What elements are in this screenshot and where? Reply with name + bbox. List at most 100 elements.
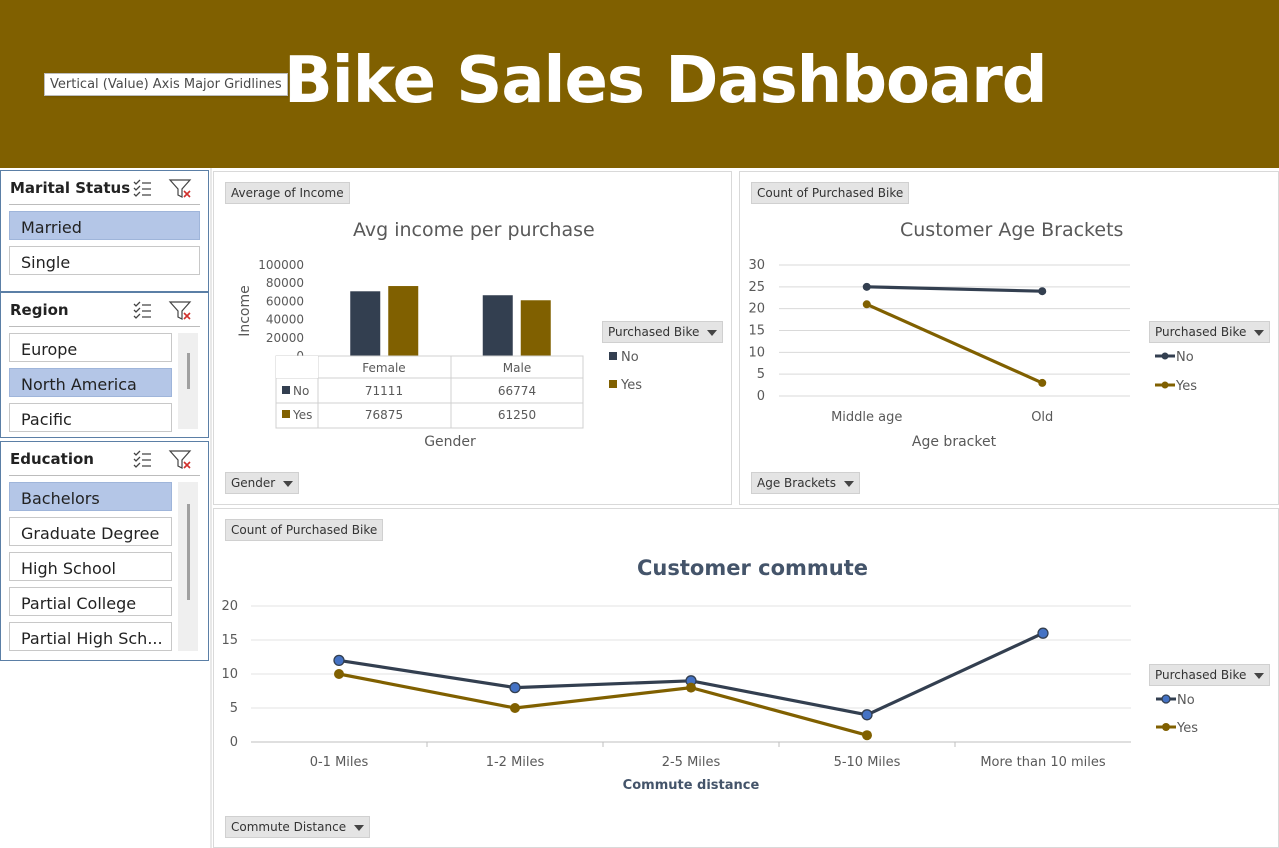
point-yes bbox=[1038, 378, 1047, 387]
multi-select-icon[interactable] bbox=[133, 179, 151, 197]
y-tick-label: 0 bbox=[230, 735, 238, 750]
point-yes bbox=[334, 669, 344, 679]
slicer-separator bbox=[9, 326, 200, 327]
clear-filter-icon[interactable] bbox=[168, 179, 192, 198]
bars bbox=[350, 286, 551, 356]
slicer-separator bbox=[9, 204, 200, 205]
y-tick-label: 15 bbox=[221, 633, 238, 648]
legend-key-no bbox=[609, 352, 617, 360]
clear-filter-icon[interactable] bbox=[168, 301, 192, 320]
table-row-yes: Yes bbox=[292, 408, 312, 422]
x-tick-label: Middle age bbox=[831, 410, 902, 425]
y-tick-label: 80000 bbox=[266, 276, 304, 290]
series-line-no bbox=[866, 285, 1043, 293]
legend-label-no: No bbox=[1177, 693, 1195, 708]
y-tick-label: 60000 bbox=[266, 294, 304, 308]
slicer-item-pacific[interactable]: Pacific bbox=[9, 403, 172, 432]
gridlines bbox=[779, 264, 1130, 397]
y-tick-label: 5 bbox=[757, 367, 765, 382]
slicer-icon-group bbox=[133, 179, 192, 198]
series bbox=[333, 627, 1049, 741]
slicer-item-north-america[interactable]: North America bbox=[9, 368, 172, 397]
series bbox=[862, 282, 1047, 387]
y-tick-label: 20 bbox=[748, 302, 765, 317]
slicer-item-bachelors[interactable]: Bachelors bbox=[9, 482, 172, 511]
y-tick-label: 10 bbox=[748, 345, 765, 360]
y-tick-label: 0 bbox=[757, 389, 765, 404]
y-tick-label: 10 bbox=[221, 667, 238, 682]
legend-marker-yes bbox=[1162, 723, 1170, 731]
y-tick-label: 30 bbox=[748, 258, 765, 273]
x-tick-label: 0-1 Miles bbox=[310, 755, 369, 770]
x-tick-label: 5-10 Miles bbox=[834, 755, 901, 770]
legend-label-no: No bbox=[1176, 350, 1194, 365]
table-corner bbox=[276, 356, 318, 378]
y-tick-label: 15 bbox=[748, 324, 765, 339]
legend-label-yes: Yes bbox=[1176, 721, 1198, 736]
slicer-title: Region bbox=[10, 301, 69, 319]
table-legend-key-no bbox=[282, 386, 290, 394]
legend-marker-no bbox=[1161, 352, 1169, 360]
slicer-icons bbox=[128, 177, 198, 199]
slicer-item-single[interactable]: Single bbox=[9, 246, 200, 275]
age-chart-svg: 30 25 20 15 10 5 0 Middle age Old Age bracket N… bbox=[748, 258, 1197, 450]
slicer-region: Region Europe North America Pacific bbox=[0, 292, 209, 438]
legend-label-yes: Yes bbox=[1175, 379, 1197, 394]
bar-no-male bbox=[482, 295, 513, 356]
multi-select-icon[interactable] bbox=[133, 450, 151, 468]
x-axis-ticks: 0-1 Miles 1-2 Miles 2-5 Miles 5-10 Miles Mor… bbox=[310, 742, 1106, 770]
clear-filter-icon[interactable] bbox=[168, 450, 192, 469]
slicer-scrollbar[interactable] bbox=[178, 482, 198, 651]
divider bbox=[210, 168, 212, 848]
slicer-item-high-school[interactable]: High School bbox=[9, 552, 172, 581]
slicer-item-graduate-degree[interactable]: Graduate Degree bbox=[9, 517, 172, 546]
y-axis-ticks: 20 15 10 5 0 bbox=[221, 599, 238, 750]
slicer-item-married[interactable]: Married bbox=[9, 211, 200, 240]
y-tick-label: 40000 bbox=[266, 313, 304, 327]
income-chart-svg: Income 100000800006000040000200000 Femal… bbox=[237, 258, 642, 450]
slicer-title: Education bbox=[10, 450, 94, 468]
point-no bbox=[333, 654, 345, 667]
x-tick-label: Old bbox=[1031, 410, 1053, 425]
slicer-separator bbox=[9, 475, 200, 476]
slicer-icons bbox=[128, 299, 198, 321]
legend-label-yes: Yes bbox=[620, 378, 642, 393]
scrollbar-thumb[interactable] bbox=[187, 504, 190, 600]
y-tick-label: 20 bbox=[221, 599, 238, 614]
slicer-icon-group bbox=[133, 301, 192, 320]
legend-key-yes bbox=[609, 380, 617, 388]
multi-select-icon[interactable] bbox=[133, 301, 151, 319]
legend-label-no: No bbox=[621, 350, 639, 365]
slicer-item-europe[interactable]: Europe bbox=[9, 333, 172, 362]
table-frame bbox=[275, 355, 584, 429]
x-axis-title: Commute distance bbox=[623, 778, 760, 793]
table-cell: 61250 bbox=[498, 408, 536, 422]
slicer-item-partial-college[interactable]: Partial College bbox=[9, 587, 172, 616]
slicer-icon-group bbox=[133, 450, 192, 469]
table-col-male: Male bbox=[503, 361, 531, 375]
y-tick-label: 5 bbox=[230, 701, 238, 716]
point-yes bbox=[862, 300, 871, 309]
gridlines-tooltip: Vertical (Value) Axis Major Gridlines bbox=[44, 73, 288, 96]
legend-marker-yes bbox=[1161, 381, 1169, 389]
slicer-title: Marital Status bbox=[10, 179, 131, 197]
x-axis-ticks: Middle age Old bbox=[831, 410, 1053, 425]
series-line-yes bbox=[866, 302, 1043, 385]
slicer-item-partial-high-school[interactable]: Partial High Sch... bbox=[9, 622, 172, 651]
table-cell: 71111 bbox=[365, 384, 403, 398]
y-tick-label: 25 bbox=[748, 280, 765, 295]
x-tick-label: More than 10 miles bbox=[980, 755, 1106, 770]
point-no bbox=[862, 282, 871, 291]
point-no bbox=[1038, 287, 1047, 296]
slicer-scrollbar[interactable] bbox=[178, 333, 198, 429]
y-axis-title: Income bbox=[237, 285, 253, 337]
gridlines bbox=[251, 605, 1131, 743]
x-axis-title: Gender bbox=[424, 434, 476, 450]
slicer-icons bbox=[128, 448, 198, 470]
data-table: Female Male No Yes 71111 66774 76875 612… bbox=[275, 355, 584, 429]
slicer-marital-status: Marital Status Married Single bbox=[0, 170, 209, 292]
table-row-no: No bbox=[293, 384, 309, 398]
point-no bbox=[861, 709, 873, 721]
scrollbar-thumb[interactable] bbox=[187, 353, 190, 389]
x-tick-label: 2-5 Miles bbox=[662, 755, 721, 770]
